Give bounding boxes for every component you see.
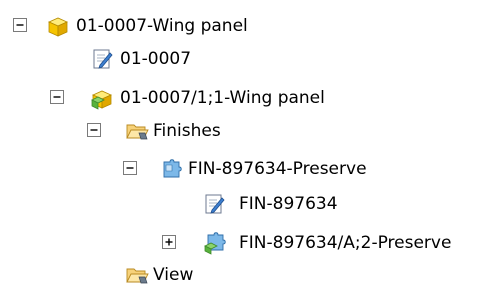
item-revision-cube-icon xyxy=(90,86,114,110)
tree-node-label: Finishes xyxy=(153,121,221,141)
item-yellow-cube-icon xyxy=(46,14,70,38)
tree-node[interactable]: 01-0007 xyxy=(0,47,300,71)
tree-node[interactable]: View xyxy=(0,263,260,287)
document-edit-icon xyxy=(91,47,115,71)
tree-node-label: FIN-897634/A;2-Preserve xyxy=(239,233,452,253)
tree-node-label: 01-0007 xyxy=(120,49,192,69)
document-edit-icon xyxy=(203,192,227,216)
collapse-toggle-icon[interactable] xyxy=(50,90,64,104)
tree-node-label: View xyxy=(153,265,194,285)
tree-node[interactable]: 01-0007-Wing panel xyxy=(0,14,300,38)
tree-node[interactable]: FIN-897634/A;2-Preserve xyxy=(0,231,491,255)
tree-view: 01-0007-Wing panel 01-0007 01-0007/1;1-W… xyxy=(0,0,491,295)
collapse-toggle-icon[interactable] xyxy=(87,123,101,137)
tree-node[interactable]: Finishes xyxy=(0,119,260,143)
collapse-toggle-icon[interactable] xyxy=(13,18,27,32)
tree-node[interactable]: FIN-897634-Preserve xyxy=(0,157,420,181)
puzzle-item-icon xyxy=(160,157,184,181)
tree-node[interactable]: 01-0007/1;1-Wing panel xyxy=(0,86,350,110)
open-folder-icon xyxy=(125,263,149,287)
tree-node-label: 01-0007-Wing panel xyxy=(76,16,248,36)
open-folder-icon xyxy=(125,119,149,143)
tree-node-label: 01-0007/1;1-Wing panel xyxy=(120,88,325,108)
tree-node[interactable]: FIN-897634 xyxy=(0,192,400,216)
expand-toggle-icon[interactable] xyxy=(162,235,176,249)
puzzle-revision-icon xyxy=(203,231,227,255)
collapse-toggle-icon[interactable] xyxy=(123,161,137,175)
tree-node-label: FIN-897634 xyxy=(239,194,338,214)
tree-node-label: FIN-897634-Preserve xyxy=(188,159,367,179)
